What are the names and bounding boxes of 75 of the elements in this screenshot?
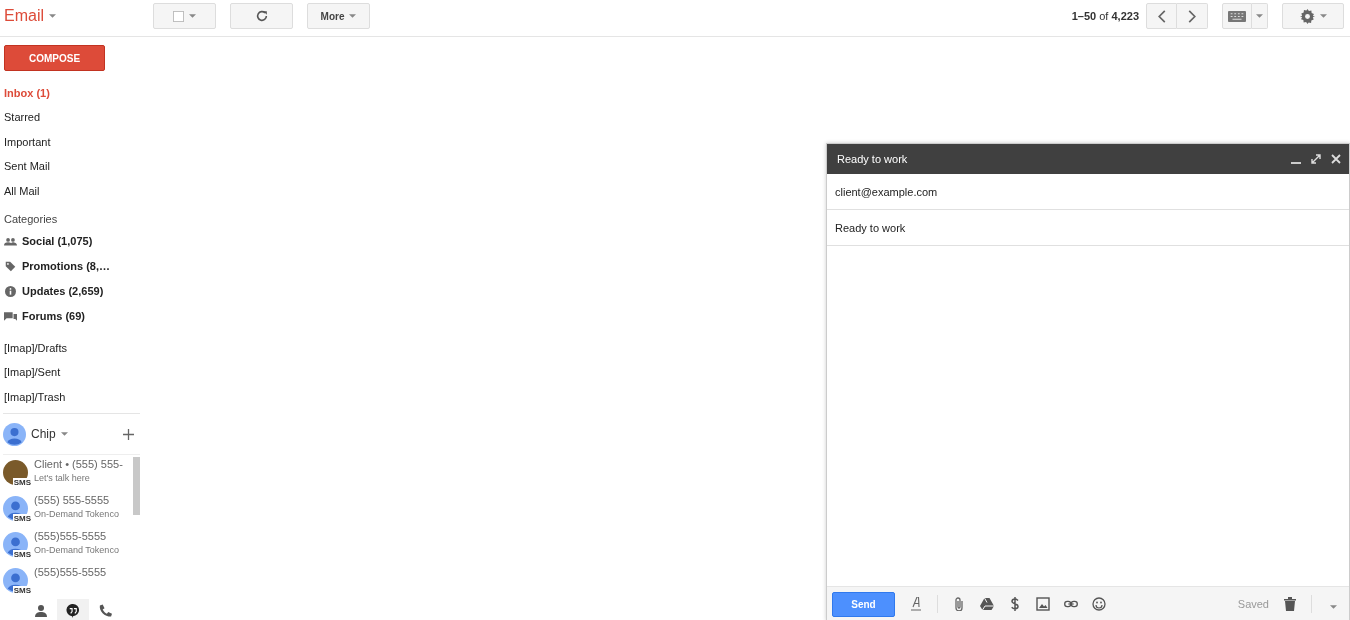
phone-icon [98, 604, 112, 619]
text-format-icon[interactable] [909, 597, 923, 611]
chevron-right-icon [1188, 9, 1196, 23]
contact-name: Client • (555) 555- [34, 458, 123, 471]
keyboard-button[interactable] [1222, 3, 1252, 29]
nav-item[interactable]: Important [0, 130, 140, 156]
expand-icon[interactable] [1311, 154, 1321, 164]
paperclip-icon[interactable] [952, 597, 966, 611]
subject-field[interactable]: Ready to work [827, 210, 1349, 246]
contact-name: (555)555-5555 [34, 566, 107, 579]
caret-icon [49, 14, 56, 18]
compose-button[interactable]: COMPOSE [4, 45, 105, 71]
nav-item[interactable]: Inbox (1) [0, 82, 140, 107]
contact-item[interactable]: SMS (555)555-5555 On-Demand Tokenco [3, 527, 133, 564]
nav-item[interactable]: Starred [0, 106, 140, 131]
caret-icon [1330, 604, 1337, 609]
settings-icon [1299, 8, 1315, 24]
sms-badge: SMS [12, 514, 32, 524]
caret-icon [1319, 14, 1327, 18]
user-menu[interactable]: Chip [31, 427, 68, 442]
avatar-icon [3, 422, 26, 446]
nav-item[interactable]: Sent Mail [0, 155, 140, 180]
category-item[interactable]: Updates (2,659) [22, 285, 104, 298]
trash-icon[interactable] [1283, 597, 1297, 611]
sms-badge: SMS [12, 478, 32, 488]
triangle-drive-icon[interactable] [980, 597, 994, 611]
checkbox-icon [173, 10, 184, 22]
category-item[interactable]: Forums (69) [22, 310, 85, 323]
contact-name: (555)555-5555 [34, 530, 108, 543]
label-item[interactable]: [Imap]/Drafts [0, 336, 140, 362]
image-icon[interactable] [1036, 597, 1050, 611]
label-item[interactable]: [Imap]/Sent [0, 361, 140, 386]
dollar-icon[interactable] [1008, 597, 1022, 611]
nav-item[interactable]: All Mail [0, 179, 140, 204]
caret-icon [1256, 14, 1263, 18]
previous-page-button[interactable] [1146, 3, 1177, 29]
compose-title: Ready to work [837, 153, 908, 165]
caret-icon [60, 432, 68, 437]
caret-icon [349, 14, 357, 18]
keyboard-icon [1228, 10, 1246, 22]
section-heading: Categories [3, 211, 59, 227]
app-menu[interactable]: Email [4, 7, 56, 25]
more-button[interactable]: More [307, 3, 370, 29]
category-item[interactable]: Social (1,075) [22, 235, 93, 248]
contact-message: On-Demand Tokenco [34, 509, 119, 520]
contact-item[interactable]: SMS Client • (555) 555- Let's talk here [3, 455, 133, 492]
chevron-left-icon [1157, 9, 1166, 23]
contact-message: Let's talk here [34, 473, 91, 484]
settings-button[interactable] [1282, 3, 1344, 29]
info-icon [4, 285, 17, 297]
sms-badge: SMS [12, 550, 32, 560]
recipient-field[interactable]: client@example.com [827, 174, 1349, 210]
next-page-button[interactable] [1177, 3, 1208, 29]
pagination-text: 1–50 of 4,223 [1071, 10, 1139, 22]
contact-name: (555) 555-5555 [34, 494, 111, 507]
category-item[interactable]: Promotions (8,… [22, 260, 110, 273]
quote-bubble-icon [66, 604, 80, 619]
save-status: Saved [1237, 598, 1269, 610]
contact-item[interactable]: SMS (555) 555-5555 On-Demand Tokenco [3, 491, 133, 528]
person-icon [34, 604, 48, 619]
close-icon[interactable] [1331, 154, 1341, 164]
chat-bubbles-icon [4, 310, 17, 322]
tag-icon [4, 260, 17, 272]
people-icon [4, 235, 17, 247]
chat-tab[interactable] [57, 599, 89, 620]
refresh-icon [254, 9, 269, 23]
refresh-button[interactable] [230, 3, 293, 29]
caret-icon [189, 14, 196, 18]
contact-item[interactable]: SMS (555)555-5555 [3, 563, 133, 600]
smiley-icon[interactable] [1092, 597, 1106, 611]
sms-badge: SMS [12, 586, 32, 596]
scrollbar[interactable] [133, 457, 140, 516]
label-item[interactable]: [Imap]/Trash [0, 385, 140, 411]
contact-message: On-Demand Tokenco [34, 545, 119, 556]
plus-icon[interactable] [123, 428, 134, 440]
